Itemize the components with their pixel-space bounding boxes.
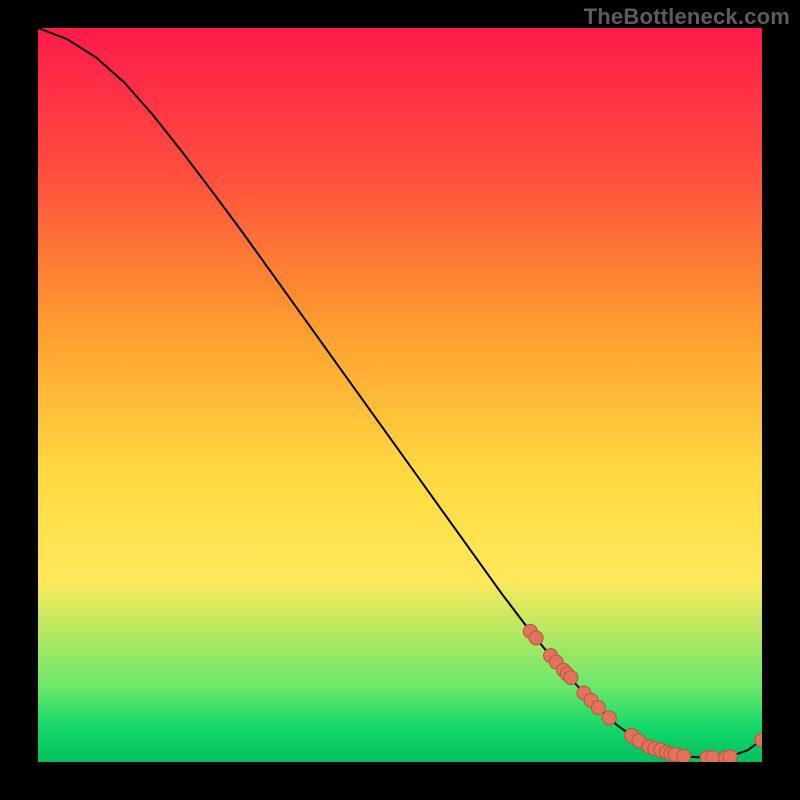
plot-area	[38, 28, 762, 762]
gradient-background	[38, 28, 762, 762]
chart-svg	[38, 28, 762, 762]
data-point	[723, 750, 737, 762]
data-point	[706, 751, 720, 762]
data-point	[602, 711, 616, 725]
watermark-text: TheBottleneck.com	[584, 4, 790, 30]
data-point	[564, 671, 578, 685]
data-point	[677, 749, 691, 762]
chart-container: TheBottleneck.com	[0, 0, 800, 800]
data-point	[529, 631, 543, 645]
data-point	[591, 701, 605, 715]
